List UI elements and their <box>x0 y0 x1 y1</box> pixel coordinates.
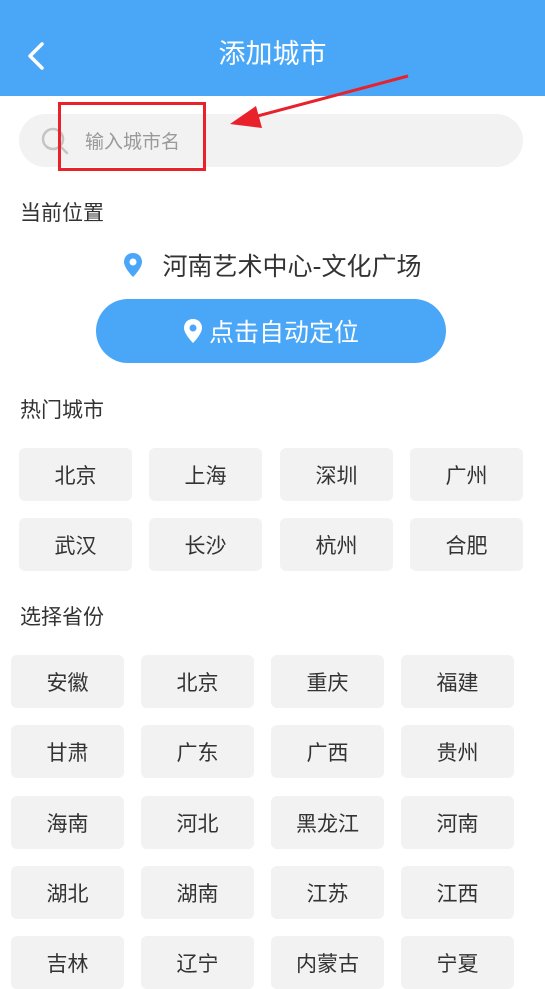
province-chip[interactable]: 甘肃 <box>11 725 124 778</box>
province-chip[interactable]: 湖北 <box>11 866 124 919</box>
province-chip[interactable]: 黑龙江 <box>271 796 384 849</box>
province-chip[interactable]: 海南 <box>11 796 124 849</box>
province-heading: 选择省份 <box>20 605 104 629</box>
hot-city-chip[interactable]: 北京 <box>19 448 132 501</box>
hot-city-chip[interactable]: 杭州 <box>280 518 393 571</box>
current-location-row: 河南艺术中心-文化广场 <box>0 247 545 283</box>
current-location-text: 河南艺术中心-文化广场 <box>162 252 422 281</box>
annotation-arrow-icon <box>230 74 409 128</box>
auto-locate-button[interactable]: 点击自动定位 <box>96 299 446 363</box>
province-chip[interactable]: 北京 <box>141 655 254 708</box>
province-chip[interactable]: 内蒙古 <box>271 936 384 989</box>
province-chip[interactable]: 安徽 <box>11 655 124 708</box>
province-chip[interactable]: 江苏 <box>271 866 384 919</box>
current-location-heading: 当前位置 <box>20 201 104 225</box>
province-chip[interactable]: 宁夏 <box>401 936 514 989</box>
hot-city-chip[interactable]: 合肥 <box>410 518 523 571</box>
hot-city-chip[interactable]: 武汉 <box>19 518 132 571</box>
hot-city-chip[interactable]: 上海 <box>149 448 262 501</box>
hot-city-chip[interactable]: 广州 <box>410 448 523 501</box>
province-chip[interactable]: 贵州 <box>401 725 514 778</box>
hot-city-chip[interactable]: 深圳 <box>280 448 393 501</box>
province-chip[interactable]: 吉林 <box>11 936 124 989</box>
province-chip[interactable]: 辽宁 <box>141 936 254 989</box>
province-chip[interactable]: 河北 <box>141 796 254 849</box>
province-chip[interactable]: 重庆 <box>271 655 384 708</box>
province-chip[interactable]: 广西 <box>271 725 384 778</box>
location-pin-icon <box>183 319 202 343</box>
hot-city-chip[interactable]: 长沙 <box>149 518 262 571</box>
province-chip[interactable]: 河南 <box>401 796 514 849</box>
annotation-highlight-box <box>58 102 206 171</box>
province-chip[interactable]: 广东 <box>141 725 254 778</box>
auto-locate-label: 点击自动定位 <box>208 318 359 347</box>
province-chip[interactable]: 湖南 <box>141 866 254 919</box>
province-chip[interactable]: 福建 <box>401 655 514 708</box>
location-pin-icon <box>124 253 143 277</box>
province-chip[interactable]: 江西 <box>401 866 514 919</box>
hot-cities-heading: 热门城市 <box>20 398 104 422</box>
